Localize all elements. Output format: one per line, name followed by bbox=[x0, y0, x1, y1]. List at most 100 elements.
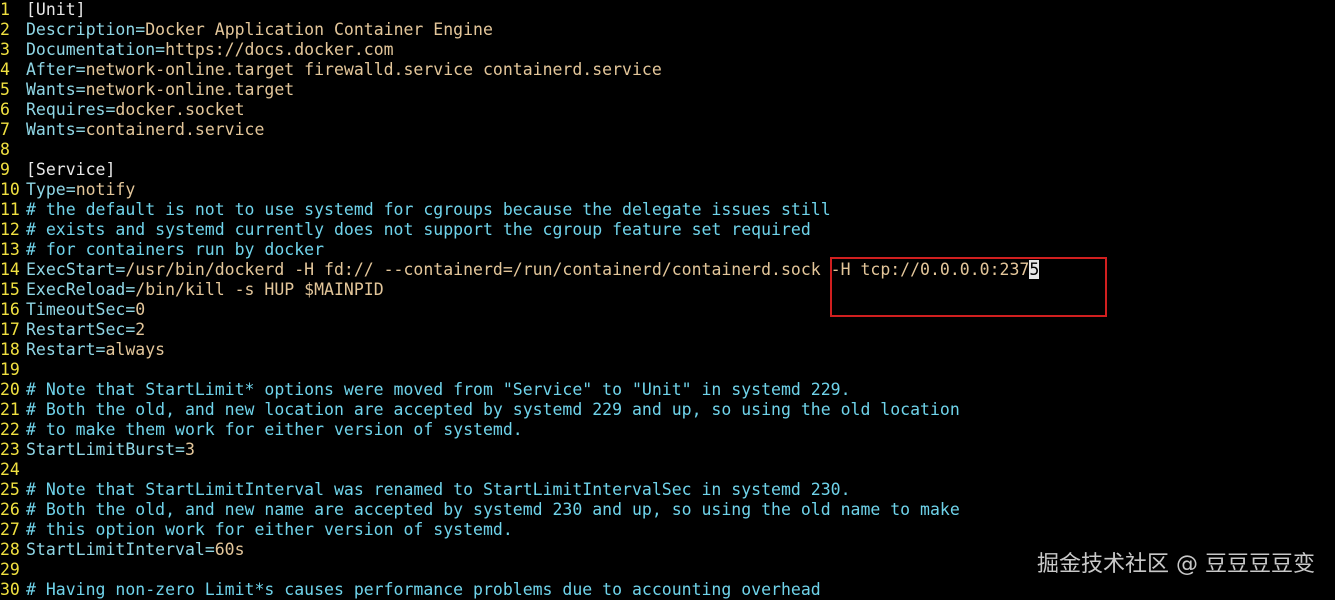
comment-text: # Both the old, and new name are accepte… bbox=[26, 500, 960, 519]
line-number: 21 bbox=[0, 400, 20, 419]
config-value: https://docs.docker.com bbox=[165, 40, 394, 59]
line-content: StartLimitInterval=60s bbox=[26, 540, 245, 560]
line-number: 2 bbox=[0, 20, 10, 39]
config-value: 0 bbox=[135, 300, 146, 319]
comment-text: # the default is not to use systemd for … bbox=[26, 200, 831, 219]
line-number: 24 bbox=[0, 460, 20, 479]
config-value: docker.socket bbox=[115, 100, 245, 119]
line-number: 6 bbox=[0, 100, 10, 119]
comment-text: # Note that StartLimitInterval was renam… bbox=[26, 480, 851, 499]
equals-sign: = bbox=[125, 280, 136, 299]
equals-sign: = bbox=[75, 60, 86, 79]
line-number: 20 bbox=[0, 380, 20, 399]
equals-sign: = bbox=[135, 20, 146, 39]
equals-sign: = bbox=[95, 340, 106, 359]
config-key: ExecStart bbox=[26, 260, 116, 279]
comment-text: # Having non-zero Limit*s causes perform… bbox=[26, 580, 821, 599]
equals-sign: = bbox=[105, 100, 116, 119]
watermark: 掘金技术社区 @ 豆豆豆豆变 bbox=[1037, 552, 1315, 577]
line-content: [Unit] bbox=[26, 0, 86, 20]
line-number: 28 bbox=[0, 540, 20, 559]
config-key: Description bbox=[26, 20, 136, 39]
config-key: Wants bbox=[26, 80, 76, 99]
line-content: ExecReload=/bin/kill -s HUP $MAINPID bbox=[26, 280, 384, 300]
line-number: 11 bbox=[0, 200, 20, 219]
line-content: # Note that StartLimit* options were mov… bbox=[26, 380, 851, 400]
line-number: 1 bbox=[0, 0, 10, 19]
equals-sign: = bbox=[75, 80, 86, 99]
line-content: # exists and systemd currently does not … bbox=[26, 220, 811, 240]
comment-text: # to make them work for either version o… bbox=[26, 420, 523, 439]
equals-sign: = bbox=[75, 120, 86, 139]
line-content: # for containers run by docker bbox=[26, 240, 324, 260]
line-content: # Having non-zero Limit*s causes perform… bbox=[26, 580, 821, 600]
text-editor[interactable]: 1 [Unit] 2 Description=Docker Application C… bbox=[0, 0, 1335, 600]
config-key: TimeoutSec bbox=[26, 300, 126, 319]
highlight-box bbox=[830, 257, 1107, 317]
line-number: 30 bbox=[0, 580, 20, 599]
config-value: network-online.target firewalld.service … bbox=[85, 60, 662, 79]
line-number: 16 bbox=[0, 300, 20, 319]
equals-sign: = bbox=[204, 540, 215, 559]
config-value: 2 bbox=[135, 320, 146, 339]
config-value: /bin/kill -s HUP $MAINPID bbox=[135, 280, 384, 299]
line-content: RestartSec=2 bbox=[26, 320, 145, 340]
equals-sign: = bbox=[155, 40, 166, 59]
config-key: StartLimitBurst bbox=[26, 440, 176, 459]
equals-sign: = bbox=[175, 440, 185, 459]
line-content: After=network-online.target firewalld.se… bbox=[26, 60, 662, 80]
config-key: ExecReload bbox=[26, 280, 126, 299]
config-key: Documentation bbox=[26, 40, 156, 59]
config-value: network-online.target bbox=[85, 80, 295, 99]
line-content: Requires=docker.socket bbox=[26, 100, 245, 120]
config-key: StartLimitInterval bbox=[26, 540, 205, 559]
line-number: 29 bbox=[0, 560, 20, 579]
line-number: 5 bbox=[0, 80, 10, 99]
config-value: 60s bbox=[214, 540, 245, 559]
equals-sign: = bbox=[125, 320, 136, 339]
line-content: # Note that StartLimitInterval was renam… bbox=[26, 480, 851, 500]
equals-sign: = bbox=[115, 260, 126, 279]
line-number: 17 bbox=[0, 320, 20, 339]
line-number: 4 bbox=[0, 60, 10, 79]
line-number: 22 bbox=[0, 420, 20, 439]
line-number: 9 bbox=[0, 160, 10, 179]
config-value: always bbox=[105, 340, 166, 359]
comment-text: # Note that StartLimit* options were mov… bbox=[26, 380, 851, 399]
line-number: 13 bbox=[0, 240, 20, 259]
line-content: StartLimitBurst=3 bbox=[26, 440, 195, 460]
config-key: Type bbox=[26, 180, 66, 199]
line-number: 15 bbox=[0, 280, 20, 299]
comment-text: # exists and systemd currently does not … bbox=[26, 220, 811, 239]
config-value: Docker Application Container Engine bbox=[145, 20, 493, 39]
line-number: 12 bbox=[0, 220, 20, 239]
line-number: 14 bbox=[0, 260, 20, 279]
config-value: notify bbox=[75, 180, 136, 199]
line-content: Wants=containerd.service bbox=[26, 120, 264, 140]
line-content: # Both the old, and new name are accepte… bbox=[26, 500, 960, 520]
config-value: containerd.service bbox=[85, 120, 265, 139]
config-key: Restart bbox=[26, 340, 96, 359]
line-content: Restart=always bbox=[26, 340, 165, 360]
line-content: # Both the old, and new location are acc… bbox=[26, 400, 960, 420]
line-number: 3 bbox=[0, 40, 10, 59]
line-content: # to make them work for either version o… bbox=[26, 420, 523, 440]
line-number: 23 bbox=[0, 440, 20, 459]
line-number: 19 bbox=[0, 360, 20, 379]
line-number: 18 bbox=[0, 340, 20, 359]
line-content: TimeoutSec=0 bbox=[26, 300, 145, 320]
line-number: 25 bbox=[0, 480, 20, 499]
section-header: [Unit] bbox=[26, 0, 86, 19]
line-content: Type=notify bbox=[26, 180, 135, 200]
comment-text: # Both the old, and new location are acc… bbox=[26, 400, 960, 419]
line-number: 7 bbox=[0, 120, 10, 139]
line-content: # the default is not to use systemd for … bbox=[26, 200, 831, 220]
line-number: 10 bbox=[0, 180, 20, 199]
config-key: Wants bbox=[26, 120, 76, 139]
line-number: 27 bbox=[0, 520, 20, 539]
equals-sign: = bbox=[125, 300, 136, 319]
section-header: [Service] bbox=[26, 160, 116, 179]
config-key: After bbox=[26, 60, 76, 79]
config-value: 3 bbox=[184, 440, 195, 459]
line-number: 8 bbox=[0, 140, 10, 159]
